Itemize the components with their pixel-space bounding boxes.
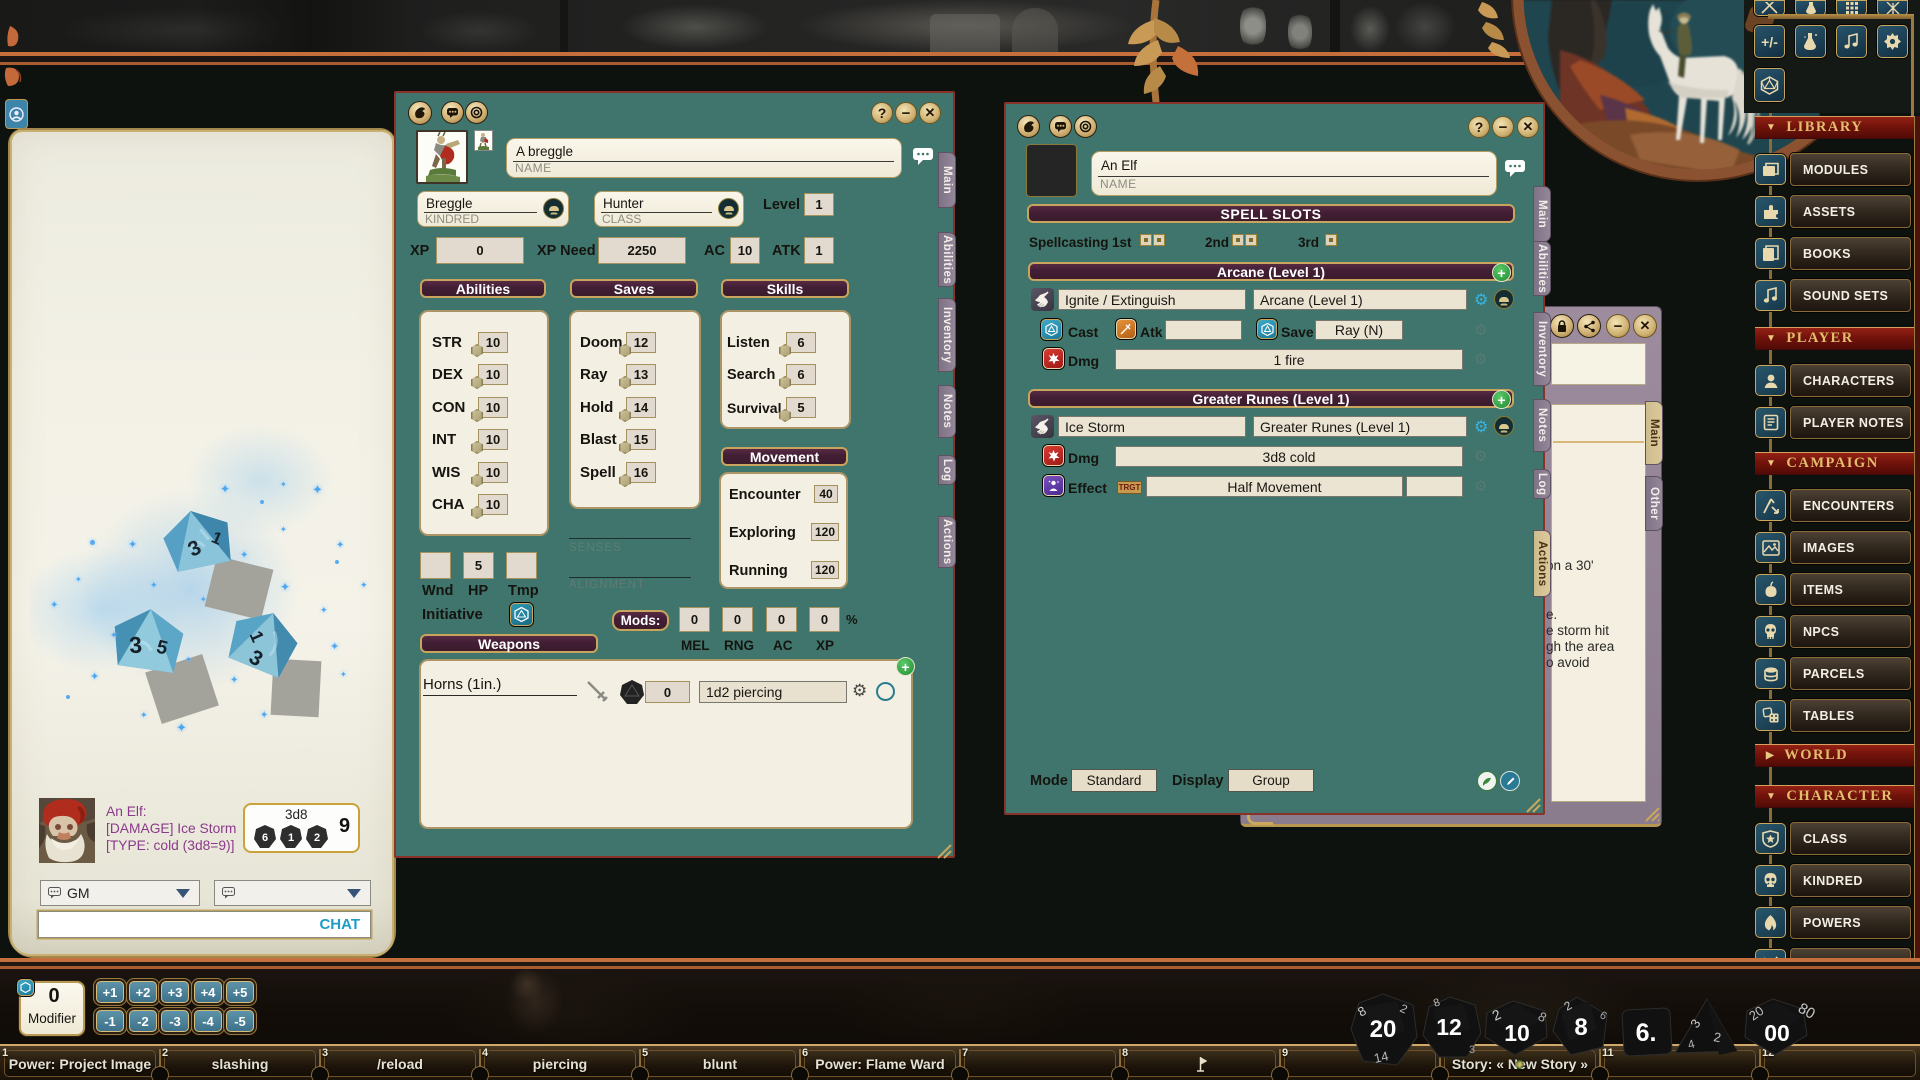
svg-text:6.: 6. bbox=[1636, 1019, 1657, 1047]
svg-text:3: 3 bbox=[128, 631, 143, 658]
svg-text:10: 10 bbox=[1504, 1020, 1530, 1046]
svg-text:3: 3 bbox=[1469, 1044, 1475, 1056]
svg-text:8: 8 bbox=[1574, 1014, 1587, 1041]
svg-text:6: 6 bbox=[262, 832, 268, 844]
svg-text:2: 2 bbox=[314, 832, 320, 844]
svg-text:20: 20 bbox=[1370, 1016, 1397, 1043]
svg-text:1: 1 bbox=[288, 832, 294, 844]
svg-text:00: 00 bbox=[1764, 1020, 1790, 1046]
svg-text:14: 14 bbox=[1373, 1048, 1390, 1066]
svg-text:12: 12 bbox=[1436, 1014, 1462, 1040]
